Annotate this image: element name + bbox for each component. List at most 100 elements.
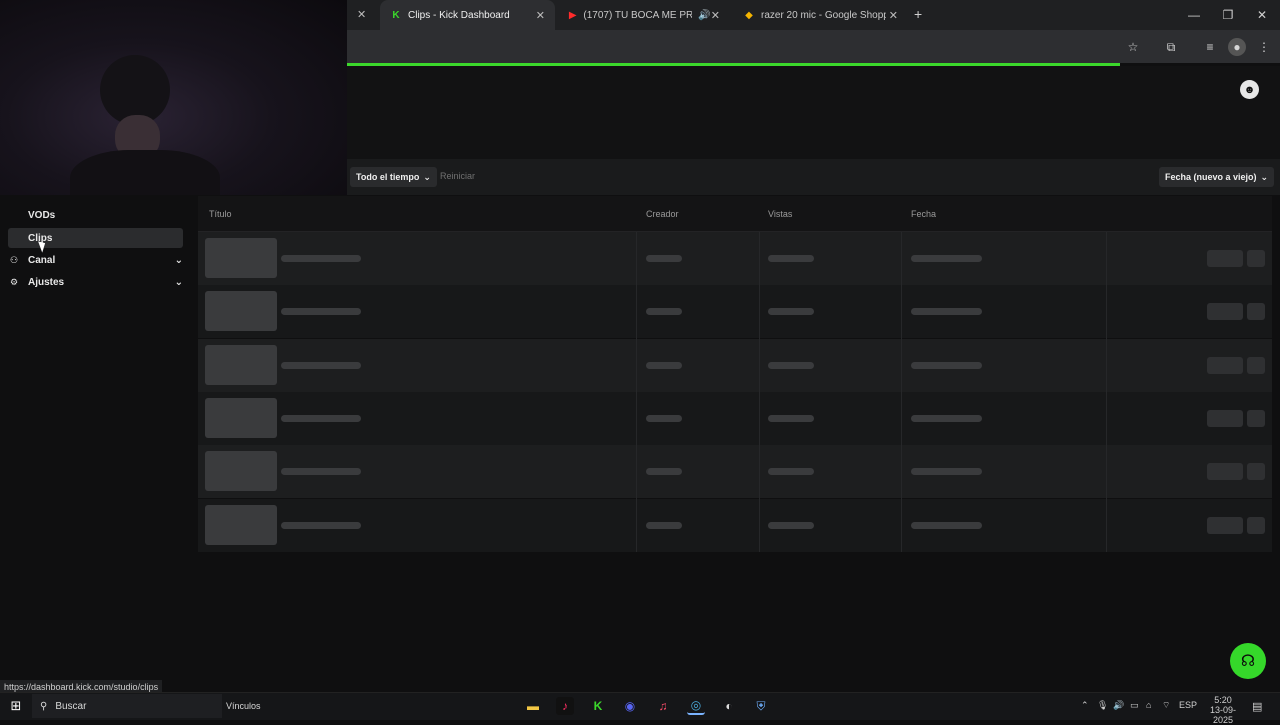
creator-skeleton xyxy=(646,361,682,369)
shopping-tag-icon: ◆ xyxy=(745,9,753,21)
column-header-views[interactable]: Vistas xyxy=(768,209,792,219)
minimize-icon[interactable]: — xyxy=(1177,0,1211,30)
more-button-skeleton[interactable] xyxy=(1247,303,1265,321)
date-skeleton xyxy=(911,308,982,316)
creator-skeleton xyxy=(646,521,682,529)
chevron-down-icon: ⌄ xyxy=(423,171,431,182)
user-avatar[interactable]: ☻ xyxy=(1240,80,1259,99)
network-icon[interactable]: ⌂ xyxy=(1146,700,1151,710)
views-skeleton xyxy=(768,308,814,316)
column-divider xyxy=(759,232,760,552)
notifications-icon[interactable]: ▤ xyxy=(1252,700,1262,713)
sidebar-item-vods[interactable]: VODs xyxy=(8,205,183,225)
tab-close-icon[interactable]: ✕ xyxy=(711,9,720,22)
profile-avatar-icon[interactable]: ● xyxy=(1228,38,1246,56)
tab-title: (1707) TU BOCA ME PROVOC xyxy=(583,9,693,21)
tab-kick-dashboard[interactable]: K Clips - Kick Dashboard ✕ xyxy=(380,0,555,30)
media-control-icon[interactable]: ≡ xyxy=(1201,38,1219,56)
chevron-down-icon[interactable]: ⌄ xyxy=(175,277,183,288)
action-button-skeleton[interactable] xyxy=(1207,463,1243,481)
date-skeleton xyxy=(911,521,982,529)
tiktok-icon[interactable]: ♪ xyxy=(556,697,574,715)
webcam-overlay xyxy=(0,0,347,195)
column-divider xyxy=(1106,232,1107,552)
tab-title: razer 20 mic - Google Shopping xyxy=(761,9,886,21)
bookmark-star-icon[interactable]: ☆ xyxy=(1124,38,1142,56)
tab-youtube[interactable]: ▶ (1707) TU BOCA ME PROVOC 🔊 ✕ xyxy=(558,0,730,30)
taskbar-links-label[interactable]: Vínculos xyxy=(226,701,261,711)
wifi-off-icon[interactable]: ⌔ xyxy=(1162,700,1170,711)
title-skeleton xyxy=(281,361,361,369)
action-button-skeleton[interactable] xyxy=(1207,250,1243,267)
column-header-date[interactable]: Fecha xyxy=(911,209,936,219)
views-skeleton xyxy=(768,361,814,369)
sidebar-item-label: VODs xyxy=(28,209,56,221)
sort-dropdown[interactable]: Fecha (nuevo a viejo) ⌄ xyxy=(1159,167,1275,187)
webcam-person-body xyxy=(70,150,220,195)
reset-filters-button[interactable]: Reiniciar xyxy=(440,171,475,181)
date-skeleton xyxy=(911,414,982,422)
tab-close-icon[interactable]: ✕ xyxy=(357,8,366,21)
taskbar-search-box[interactable]: ⚲ Buscar xyxy=(32,694,222,718)
tab-close-icon[interactable]: ✕ xyxy=(536,9,545,22)
display-icon[interactable]: ▭ xyxy=(1130,700,1139,711)
action-button-skeleton[interactable] xyxy=(1207,516,1243,534)
sidebar-item-label: Canal xyxy=(28,254,56,266)
microphone-icon[interactable]: 🎙 xyxy=(1097,700,1108,711)
column-header-title[interactable]: Título xyxy=(209,209,232,219)
column-header-creator[interactable]: Creador xyxy=(646,209,679,219)
sidebar-item-clips[interactable]: Clips xyxy=(8,228,183,248)
more-button-skeleton[interactable] xyxy=(1247,356,1265,374)
headset-icon: ☊ xyxy=(1240,653,1256,670)
action-button-skeleton[interactable] xyxy=(1207,356,1243,374)
more-button-skeleton[interactable] xyxy=(1247,463,1265,481)
obs-icon[interactable]: ◐ xyxy=(720,697,738,715)
file-explorer-icon[interactable]: ▬ xyxy=(524,697,542,715)
action-button-skeleton[interactable] xyxy=(1207,303,1243,321)
more-button-skeleton[interactable] xyxy=(1247,516,1265,534)
speaker-icon[interactable]: 🔊 xyxy=(698,10,710,21)
new-tab-button[interactable]: + xyxy=(914,6,922,22)
taskbar-clock[interactable]: 5:20 13-09-2025 xyxy=(1203,695,1243,725)
more-button-skeleton[interactable] xyxy=(1247,409,1265,427)
action-button-skeleton[interactable] xyxy=(1207,409,1243,427)
time-range-dropdown[interactable]: Todo el tiempo ⌄ xyxy=(350,167,437,187)
column-divider xyxy=(636,232,637,552)
maximize-icon[interactable]: ❐ xyxy=(1211,0,1245,30)
tab-title: Clips - Kick Dashboard xyxy=(408,9,510,21)
title-skeleton xyxy=(281,414,361,422)
input-language[interactable]: ESP xyxy=(1179,700,1197,710)
chevron-down-icon[interactable]: ⌄ xyxy=(175,255,183,266)
shield-app-icon[interactable]: ⛨ xyxy=(752,697,770,715)
gear-icon: ⚙ xyxy=(9,276,19,287)
menu-kebab-icon[interactable]: ⋮ xyxy=(1255,38,1273,56)
kick-app-icon[interactable]: K xyxy=(589,697,607,715)
tab-google-shopping[interactable]: ◆ razer 20 mic - Google Shopping ✕ xyxy=(733,0,908,30)
views-skeleton xyxy=(768,521,814,529)
tray-chevron-up-icon[interactable]: ⌃ xyxy=(1081,700,1089,711)
date-skeleton xyxy=(911,255,982,262)
support-chat-button[interactable]: ☊ xyxy=(1230,643,1266,679)
title-skeleton xyxy=(281,308,361,316)
users-icon: ⚇ xyxy=(9,254,19,265)
sidebar-item-canal[interactable]: ⚇ Canal ⌄ xyxy=(8,250,183,270)
sidebar-item-ajustes[interactable]: ⚙ Ajustes ⌄ xyxy=(8,272,183,292)
clip-thumbnail-skeleton xyxy=(205,238,277,278)
close-window-icon[interactable]: ✕ xyxy=(1245,0,1279,30)
chrome-icon[interactable]: ◎ xyxy=(687,697,705,715)
speaker-tray-icon[interactable]: 🔊 xyxy=(1113,700,1124,711)
extensions-icon[interactable]: ⧉ xyxy=(1162,38,1180,56)
views-skeleton xyxy=(768,255,814,262)
title-skeleton xyxy=(281,255,361,262)
music-app-icon[interactable]: ♫ xyxy=(654,697,672,715)
windows-start-icon[interactable]: ⊞ xyxy=(7,697,25,715)
more-button-skeleton[interactable] xyxy=(1247,250,1265,267)
creator-skeleton xyxy=(646,414,682,422)
views-skeleton xyxy=(768,468,814,476)
creator-skeleton xyxy=(646,308,682,316)
clip-thumbnail-skeleton xyxy=(205,291,277,332)
clip-thumbnail-skeleton xyxy=(205,397,277,438)
discord-icon[interactable]: ◉ xyxy=(621,697,639,715)
date-skeleton xyxy=(911,468,982,476)
tab-close-icon[interactable]: ✕ xyxy=(889,9,898,22)
